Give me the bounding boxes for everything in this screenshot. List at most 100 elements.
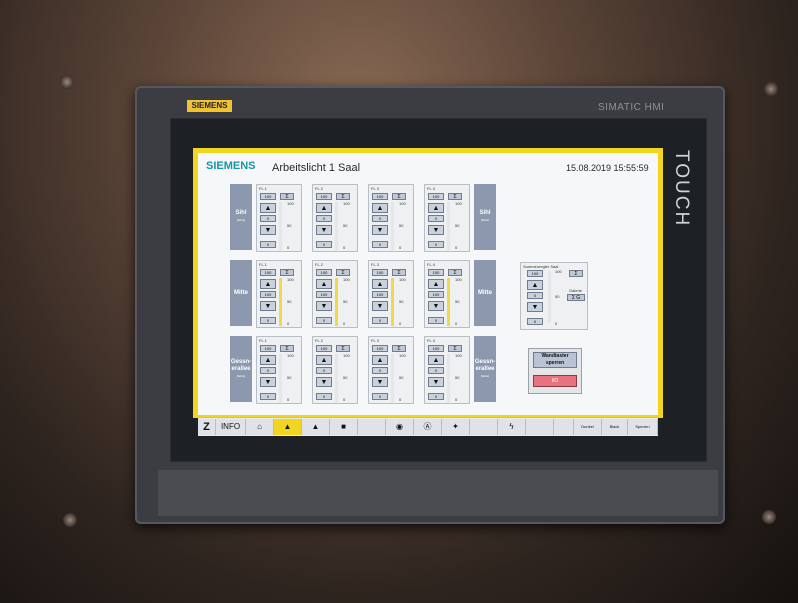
eye-button[interactable]: ◉ <box>386 419 414 435</box>
fader-down-button[interactable]: ▼ <box>372 225 388 235</box>
fader-down-button[interactable]: ▼ <box>260 377 276 387</box>
fader-label: FL 3 <box>371 186 379 191</box>
fader-set-button[interactable]: 100 <box>372 345 388 352</box>
fader-up-button[interactable]: ▲ <box>372 203 388 213</box>
fader-fill <box>279 278 282 326</box>
fader-track[interactable] <box>447 202 450 250</box>
fader-sum-button[interactable]: Σ <box>336 345 350 352</box>
fader-down-button[interactable]: ▼ <box>372 301 388 311</box>
fader-sum-button[interactable]: Σ <box>392 269 406 276</box>
fader-scale-bottom: 0 <box>287 321 290 326</box>
fader-down-button[interactable]: ▼ <box>428 377 444 387</box>
fader-up-button[interactable]: ▲ <box>260 355 276 365</box>
light-button-active[interactable]: ▲ <box>274 419 302 435</box>
dunkel-button[interactable]: Dunkel <box>574 419 602 435</box>
lightning-button[interactable]: ϟ <box>498 419 526 435</box>
light-button[interactable]: ▲ <box>302 419 330 435</box>
fader-scale-mid: 50 <box>455 375 460 380</box>
fader-scale-top: 100 <box>399 353 406 358</box>
fader-set-button[interactable]: 100 <box>428 345 444 352</box>
fader-track[interactable] <box>335 202 338 250</box>
fader-up-button[interactable]: ▲ <box>428 355 444 365</box>
home-button[interactable]: ⌂ <box>246 419 274 435</box>
fader-scale-mid: 50 <box>343 223 348 228</box>
fader-1: FL 1 100 Σ ▲ 100 ▼ 0 100 50 0 <box>256 260 302 328</box>
fader-set-button[interactable]: 100 <box>316 345 332 352</box>
master-up-button[interactable]: ▲ <box>527 280 543 290</box>
master-track[interactable] <box>548 271 551 323</box>
fader-down-button[interactable]: ▼ <box>316 377 332 387</box>
fader-set-button[interactable]: 100 <box>372 269 388 276</box>
master-down-button[interactable]: ▼ <box>527 302 543 312</box>
fader-sum-button[interactable]: Σ <box>392 345 406 352</box>
fader-sum-button[interactable]: Σ <box>280 269 294 276</box>
fader-set-button[interactable]: 100 <box>316 269 332 276</box>
fader-label: FL 4 <box>427 338 435 343</box>
fader-track[interactable] <box>279 354 282 402</box>
fader-sum-button[interactable]: Σ <box>448 193 462 200</box>
wandtaster-title: Wandtaster sperren <box>533 352 577 368</box>
device-brand-plate: SIEMENS <box>187 100 232 112</box>
fader-track[interactable] <box>391 354 394 402</box>
fader-sum-button[interactable]: Σ <box>448 269 462 276</box>
fader-up-button[interactable]: ▲ <box>428 279 444 289</box>
fader-1: FL 1 100 Σ ▲ 0 ▼ 0 100 50 0 <box>256 336 302 404</box>
device-touch-label: TOUCH <box>671 150 692 228</box>
auto-button[interactable]: Ⓐ <box>414 419 442 435</box>
fader-set-button[interactable]: 100 <box>372 193 388 200</box>
fader-sum-button[interactable]: Σ <box>336 269 350 276</box>
row-label-text: Sihl <box>479 210 491 216</box>
master-sum-button[interactable]: Σ <box>569 270 583 277</box>
fader-up-button[interactable]: ▲ <box>316 355 332 365</box>
fader-track[interactable] <box>391 202 394 250</box>
fader-sum-button[interactable]: Σ <box>392 193 406 200</box>
fader-sum-button[interactable]: Σ <box>336 193 350 200</box>
fader-down-button[interactable]: ▼ <box>428 301 444 311</box>
fader-set-button[interactable]: 100 <box>428 193 444 200</box>
sperren-button[interactable]: Sperren <box>628 419 658 435</box>
fader-label: FL 1 <box>259 338 267 343</box>
wandtaster-toggle-button[interactable]: I/O <box>533 375 577 387</box>
fader-set-button[interactable]: 100 <box>428 269 444 276</box>
fader-up-button[interactable]: ▲ <box>428 203 444 213</box>
lightning-icon: ϟ <box>509 422 514 431</box>
fader-set-button[interactable]: 100 <box>260 269 276 276</box>
fader-up-button[interactable]: ▲ <box>316 203 332 213</box>
fader-up-button[interactable]: ▲ <box>372 355 388 365</box>
fader-set-button[interactable]: 100 <box>316 193 332 200</box>
fader-down-button[interactable]: ▼ <box>260 301 276 311</box>
fader-down-button[interactable]: ▼ <box>316 225 332 235</box>
fader-down-button[interactable]: ▼ <box>428 225 444 235</box>
row-label-text: Sihl <box>235 210 247 216</box>
row-label-right: Gessn- erallee (Weis) <box>474 336 496 402</box>
fader-label: FL 4 <box>427 262 435 267</box>
logo-button[interactable]: Z <box>198 419 216 435</box>
fader-down-button[interactable]: ▼ <box>260 225 276 235</box>
fader-down-button[interactable]: ▼ <box>372 377 388 387</box>
fader-sum-button[interactable]: Σ <box>280 345 294 352</box>
fader-scale-top: 100 <box>287 201 294 206</box>
fader-scale-top: 100 <box>343 277 350 282</box>
fader-label: FL 2 <box>315 338 323 343</box>
lamp-button[interactable]: ✦ <box>442 419 470 435</box>
fader-track[interactable] <box>447 354 450 402</box>
black-button[interactable]: Black <box>602 419 628 435</box>
fader-sum-button[interactable]: Σ <box>448 345 462 352</box>
monitor-button[interactable]: ■ <box>330 419 358 435</box>
fader-set-button[interactable]: 100 <box>260 193 276 200</box>
fader-track[interactable] <box>335 354 338 402</box>
info-button[interactable]: INFO <box>216 419 246 435</box>
fader-up-button[interactable]: ▲ <box>260 203 276 213</box>
fader-label: FL 1 <box>259 262 267 267</box>
master-set-button[interactable]: 100 <box>527 270 543 277</box>
fader-up-button[interactable]: ▲ <box>372 279 388 289</box>
fader-set-button[interactable]: 100 <box>260 345 276 352</box>
fader-up-button[interactable]: ▲ <box>260 279 276 289</box>
fader-down-button[interactable]: ▼ <box>316 301 332 311</box>
fader-value: 0 <box>260 367 276 374</box>
fader-up-button[interactable]: ▲ <box>316 279 332 289</box>
gallery-sum-button[interactable]: Σ G <box>567 294 585 301</box>
fader-track[interactable] <box>279 202 282 250</box>
fader-sum-button[interactable]: Σ <box>280 193 294 200</box>
eye-icon: ◉ <box>396 422 403 431</box>
